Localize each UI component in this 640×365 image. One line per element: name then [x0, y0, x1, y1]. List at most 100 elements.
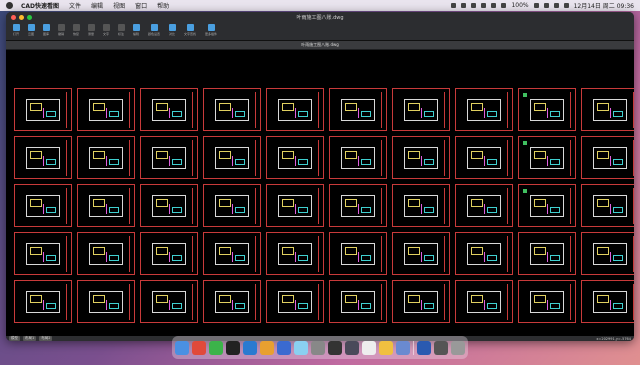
- layout-tab-model[interactable]: 模型: [9, 336, 20, 341]
- menu-file[interactable]: 文件: [69, 1, 81, 10]
- menu-clock[interactable]: 12月14日 周二 09:36: [574, 1, 634, 10]
- drawing-sheet[interactable]: [266, 88, 324, 131]
- drawing-sheet[interactable]: [14, 88, 72, 131]
- drawing-sheet[interactable]: [455, 184, 513, 227]
- toolbar-button-8[interactable]: 编辑: [130, 24, 142, 36]
- drawing-sheet[interactable]: [203, 136, 261, 179]
- drawing-sheet[interactable]: [392, 136, 450, 179]
- layout-tab-1[interactable]: 布局1: [23, 336, 37, 341]
- toolbar-button-10[interactable]: 对比: [166, 24, 178, 36]
- drawing-sheet[interactable]: [518, 232, 576, 275]
- drawing-canvas[interactable]: [6, 50, 634, 336]
- wechat-icon[interactable]: [209, 340, 223, 355]
- drawing-sheet[interactable]: [140, 88, 198, 131]
- drawing-sheet[interactable]: [518, 280, 576, 323]
- chrome-icon[interactable]: [192, 340, 206, 355]
- drawing-sheet[interactable]: [581, 88, 634, 131]
- toolbar-button-6[interactable]: 文字: [100, 24, 112, 36]
- drawing-sheet[interactable]: [77, 184, 135, 227]
- toolbar-button-12[interactable]: 更多插件: [202, 24, 220, 36]
- toolbar-button-3[interactable]: 撤销: [55, 24, 67, 36]
- drawing-sheet[interactable]: [518, 136, 576, 179]
- wifi-icon[interactable]: [543, 3, 549, 8]
- drawing-sheet[interactable]: [455, 136, 513, 179]
- settings-icon[interactable]: [311, 340, 325, 355]
- drawing-sheet[interactable]: [581, 232, 634, 275]
- screen-icon[interactable]: [345, 340, 359, 355]
- drawing-sheet[interactable]: [581, 184, 634, 227]
- drawing-sheet[interactable]: [266, 280, 324, 323]
- notes-icon[interactable]: [362, 340, 376, 355]
- drawing-sheet[interactable]: [392, 232, 450, 275]
- drawing-sheet[interactable]: [392, 88, 450, 131]
- toolbar-button-1[interactable]: 云图: [25, 24, 37, 36]
- drawing-sheet[interactable]: [266, 232, 324, 275]
- toolbar-button-5[interactable]: 测量: [85, 24, 97, 36]
- drawing-sheet[interactable]: [14, 232, 72, 275]
- drawing-sheet[interactable]: [455, 232, 513, 275]
- drawing-sheet[interactable]: [203, 184, 261, 227]
- status-icon[interactable]: [471, 3, 477, 8]
- drawing-sheet[interactable]: [140, 232, 198, 275]
- drawing-sheet[interactable]: [392, 184, 450, 227]
- vscode-icon[interactable]: [243, 340, 257, 355]
- drawing-sheet[interactable]: [77, 232, 135, 275]
- drawing-sheet[interactable]: [518, 184, 576, 227]
- drawing-sheet[interactable]: [14, 280, 72, 323]
- spotlight-icon[interactable]: [553, 3, 559, 8]
- drawing-sheet[interactable]: [329, 88, 387, 131]
- menu-window[interactable]: 窗口: [135, 1, 147, 10]
- drawing-sheet[interactable]: [329, 184, 387, 227]
- apple-icon[interactable]: [6, 2, 13, 9]
- files-icon[interactable]: [396, 340, 410, 355]
- cloud-drive-icon[interactable]: [294, 340, 308, 355]
- document-tab[interactable]: 叶雨施工图八账.dwg: [6, 41, 634, 49]
- drawing-sheet[interactable]: [455, 280, 513, 323]
- app-menu[interactable]: CAD快速看图: [21, 1, 59, 10]
- menu-help[interactable]: 帮助: [157, 1, 169, 10]
- trash-icon[interactable]: [451, 340, 465, 355]
- drawing-sheet[interactable]: [14, 136, 72, 179]
- toolbar-button-11[interactable]: 文字查找: [181, 24, 199, 36]
- launchpad-icon[interactable]: [379, 340, 393, 355]
- drawing-sheet[interactable]: [581, 136, 634, 179]
- control-center-icon[interactable]: [563, 3, 569, 8]
- photos-icon[interactable]: [260, 340, 274, 355]
- toolbar-button-7[interactable]: 标注: [115, 24, 127, 36]
- toolbar-button-9[interactable]: 颜色设置: [145, 24, 163, 36]
- drawing-sheet[interactable]: [203, 280, 261, 323]
- drawing-sheet[interactable]: [455, 88, 513, 131]
- menu-edit[interactable]: 编辑: [91, 1, 103, 10]
- pen-icon[interactable]: [277, 340, 291, 355]
- toolbar-button-4[interactable]: 恢复: [70, 24, 82, 36]
- menu-view[interactable]: 视图: [113, 1, 125, 10]
- drawing-sheet[interactable]: [203, 88, 261, 131]
- drawing-sheet[interactable]: [140, 280, 198, 323]
- drawing-sheet[interactable]: [140, 184, 198, 227]
- battery-icon[interactable]: [533, 3, 539, 8]
- drawing-sheet[interactable]: [518, 88, 576, 131]
- status-icon[interactable]: [481, 3, 487, 8]
- drawing-sheet[interactable]: [203, 232, 261, 275]
- layout-tab-2[interactable]: 布局2: [39, 336, 53, 341]
- drawing-sheet[interactable]: [140, 136, 198, 179]
- window-icon[interactable]: [434, 340, 448, 355]
- drawing-sheet[interactable]: [266, 136, 324, 179]
- drawing-sheet[interactable]: [14, 184, 72, 227]
- drawing-sheet[interactable]: [77, 280, 135, 323]
- toolbar-button-2[interactable]: 图库: [40, 24, 52, 36]
- status-icon[interactable]: [491, 3, 497, 8]
- cad-icon[interactable]: [328, 340, 342, 355]
- drawing-sheet[interactable]: [77, 136, 135, 179]
- drawing-sheet[interactable]: [392, 280, 450, 323]
- drawing-sheet[interactable]: [77, 88, 135, 131]
- qq-icon[interactable]: [226, 340, 240, 355]
- status-icon[interactable]: [451, 3, 457, 8]
- drawing-sheet[interactable]: [329, 136, 387, 179]
- drawing-sheet[interactable]: [266, 184, 324, 227]
- status-icon[interactable]: [461, 3, 467, 8]
- finder-icon[interactable]: [175, 340, 189, 355]
- status-icon[interactable]: [501, 3, 507, 8]
- toolbar-button-0[interactable]: 打开: [10, 24, 22, 36]
- drawing-sheet[interactable]: [581, 280, 634, 323]
